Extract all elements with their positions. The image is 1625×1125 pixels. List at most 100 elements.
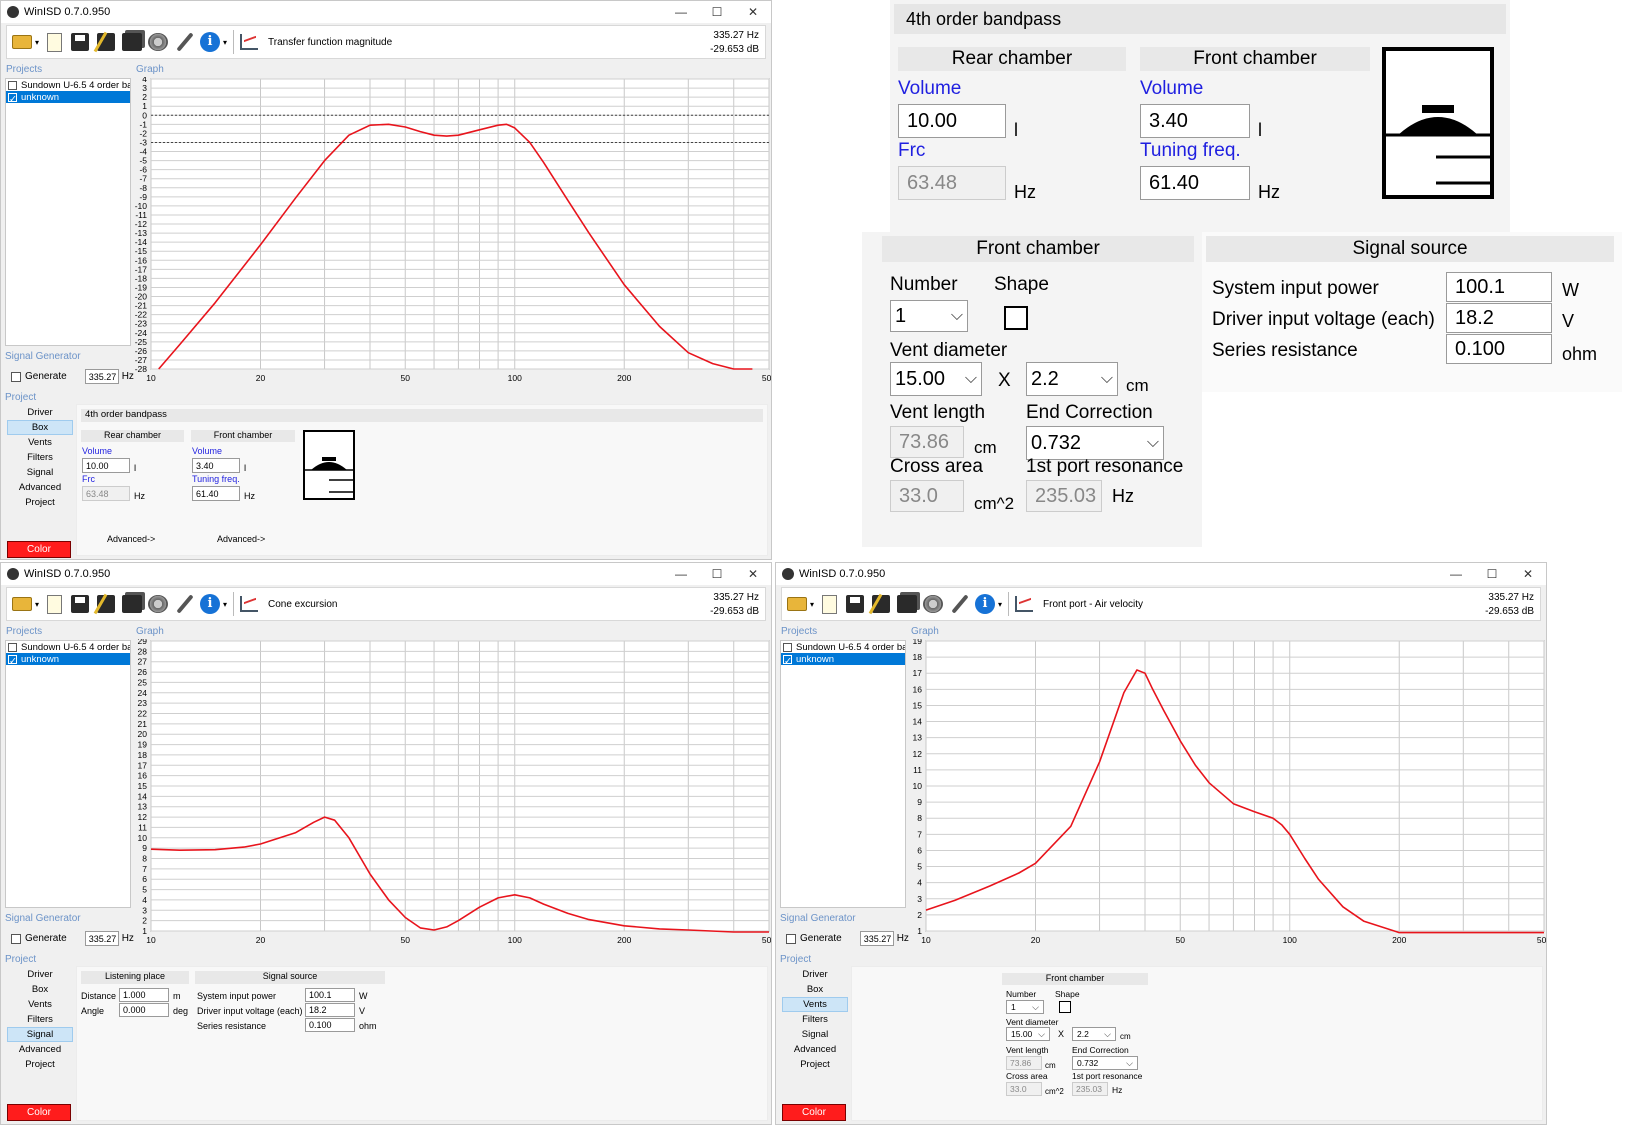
zoom-front-volume-input[interactable]: 3.40	[1140, 104, 1250, 138]
zoom-rear-volume-input[interactable]: 10.00	[898, 104, 1006, 138]
nav-driver[interactable]: Driver	[7, 967, 73, 982]
generate-checkbox[interactable]	[11, 933, 21, 944]
save-icon[interactable]	[69, 31, 91, 53]
color-button[interactable]: Color	[7, 541, 71, 558]
project-checkbox[interactable]	[8, 642, 17, 652]
project-checkbox[interactable]: ✓	[8, 92, 17, 103]
nav-vents[interactable]: Vents	[782, 997, 848, 1012]
zoom-power-input[interactable]: 100.1	[1446, 272, 1552, 302]
project-checkbox[interactable]: ✓	[8, 654, 17, 665]
close-button[interactable]: ✕	[735, 563, 771, 585]
cone-excursion-chart[interactable]: 2928272625242322212019181716151413121110…	[129, 639, 772, 951]
project-checkbox[interactable]: ✓	[783, 654, 792, 665]
save-icon[interactable]	[69, 593, 91, 615]
end-correction-select[interactable]: 0.732	[1077, 1058, 1098, 1068]
save-as-icon[interactable]	[870, 593, 892, 615]
zoom-tuning-freq-input[interactable]: 61.40	[1140, 166, 1250, 200]
settings-wrench-icon[interactable]	[173, 593, 195, 615]
generator-frequency-input[interactable]: 335.27	[859, 931, 894, 946]
new-project-icon[interactable]	[43, 593, 65, 615]
rear-volume-input[interactable]: 10.00	[82, 458, 130, 473]
project-item[interactable]: Sundown U-6.5 4 order ban	[6, 79, 130, 91]
nav-signal[interactable]: Signal	[7, 465, 73, 480]
air-velocity-chart[interactable]: 1918171615141312111098765432110 20 50 100 20…	[904, 639, 1547, 951]
graph-type-label[interactable]: Transfer function magnitude	[268, 37, 392, 48]
nav-advanced[interactable]: Advanced	[7, 1042, 73, 1057]
zoom-end-correction-select[interactable]: 0.732	[1031, 432, 1081, 455]
generate-checkbox[interactable]	[786, 933, 796, 944]
nav-filters[interactable]: Filters	[7, 1012, 73, 1027]
new-project-icon[interactable]	[43, 31, 65, 53]
driver-speaker-icon[interactable]	[922, 593, 944, 615]
open-folder-icon[interactable]	[11, 593, 39, 615]
zoom-resistance-input[interactable]: 0.100	[1446, 334, 1552, 364]
nav-signal[interactable]: Signal	[782, 1027, 848, 1042]
rear-advanced-link[interactable]: Advanced->	[107, 534, 155, 544]
voltage-input[interactable]: 18.2	[305, 1003, 355, 1017]
maximize-button[interactable]: ☐	[699, 1, 735, 23]
transfer-function-chart[interactable]: 43210-1-2-3-4-5-6-7-8-9-10-11-12-13-14-1…	[129, 77, 772, 389]
graph-type-label[interactable]: Front port - Air velocity	[1043, 599, 1143, 610]
nav-filters[interactable]: Filters	[782, 1012, 848, 1027]
new-project-icon[interactable]	[818, 593, 840, 615]
nav-box[interactable]: Box	[7, 420, 73, 435]
close-button[interactable]: ✕	[1510, 563, 1546, 585]
open-folder-icon[interactable]	[786, 593, 814, 615]
maximize-button[interactable]: ☐	[699, 563, 735, 585]
info-icon[interactable]: i	[974, 593, 1002, 615]
nav-filters[interactable]: Filters	[7, 450, 73, 465]
number-select[interactable]: 1	[1011, 1002, 1016, 1012]
nav-advanced[interactable]: Advanced	[782, 1042, 848, 1057]
project-checkbox[interactable]	[8, 80, 17, 90]
open-folder-icon[interactable]	[11, 31, 39, 53]
project-item[interactable]: ✓ unknown	[781, 653, 905, 665]
save-all-icon[interactable]	[896, 593, 918, 615]
nav-advanced[interactable]: Advanced	[7, 480, 73, 495]
project-item[interactable]: Sundown U-6.5 4 order ban	[6, 641, 130, 653]
generate-checkbox[interactable]	[11, 371, 21, 382]
graph-type-icon[interactable]	[1013, 593, 1035, 615]
minimize-button[interactable]: —	[1438, 563, 1474, 585]
project-item[interactable]: ✓ unknown	[6, 91, 130, 103]
close-button[interactable]: ✕	[735, 1, 771, 23]
nav-signal[interactable]: Signal	[7, 1027, 73, 1042]
angle-input[interactable]: 0.000	[119, 1003, 169, 1017]
driver-speaker-icon[interactable]	[147, 593, 169, 615]
driver-speaker-icon[interactable]	[147, 31, 169, 53]
nav-project[interactable]: Project	[7, 495, 73, 510]
vent-count-select[interactable]: 2.2	[1077, 1029, 1089, 1039]
info-icon[interactable]: i	[199, 31, 227, 53]
minimize-button[interactable]: —	[663, 563, 699, 585]
settings-wrench-icon[interactable]	[948, 593, 970, 615]
nav-project[interactable]: Project	[782, 1057, 848, 1072]
generator-frequency-input[interactable]: 335.27	[84, 931, 119, 946]
project-item[interactable]: ✓ unknown	[6, 653, 130, 665]
zoom-shape-checkbox[interactable]	[1004, 306, 1028, 330]
save-all-icon[interactable]	[121, 31, 143, 53]
nav-vents[interactable]: Vents	[7, 997, 73, 1012]
color-button[interactable]: Color	[782, 1104, 846, 1121]
graph-type-icon[interactable]	[238, 593, 260, 615]
save-all-icon[interactable]	[121, 593, 143, 615]
nav-box[interactable]: Box	[782, 982, 848, 997]
info-icon[interactable]: i	[199, 593, 227, 615]
save-icon[interactable]	[844, 593, 866, 615]
minimize-button[interactable]: —	[663, 1, 699, 23]
color-button[interactable]: Color	[7, 1104, 71, 1121]
tuning-freq-input[interactable]: 61.40	[192, 486, 240, 501]
vent-diameter-select[interactable]: 15.00	[1011, 1029, 1032, 1039]
graph-type-icon[interactable]	[238, 31, 260, 53]
graph-type-label[interactable]: Cone excursion	[268, 599, 337, 610]
front-advanced-link[interactable]: Advanced->	[217, 534, 265, 544]
zoom-vent-diameter-select[interactable]: 15.00	[895, 368, 945, 391]
front-volume-input[interactable]: 3.40	[192, 458, 240, 473]
nav-project[interactable]: Project	[7, 1057, 73, 1072]
power-input[interactable]: 100.1	[305, 988, 355, 1002]
project-item[interactable]: Sundown U-6.5 4 order ban	[781, 641, 905, 653]
save-as-icon[interactable]	[95, 593, 117, 615]
zoom-voltage-input[interactable]: 18.2	[1446, 303, 1552, 333]
zoom-vent-count-select[interactable]: 2.2	[1031, 368, 1059, 391]
project-checkbox[interactable]	[783, 642, 792, 652]
nav-driver[interactable]: Driver	[782, 967, 848, 982]
resistance-input[interactable]: 0.100	[305, 1018, 355, 1032]
